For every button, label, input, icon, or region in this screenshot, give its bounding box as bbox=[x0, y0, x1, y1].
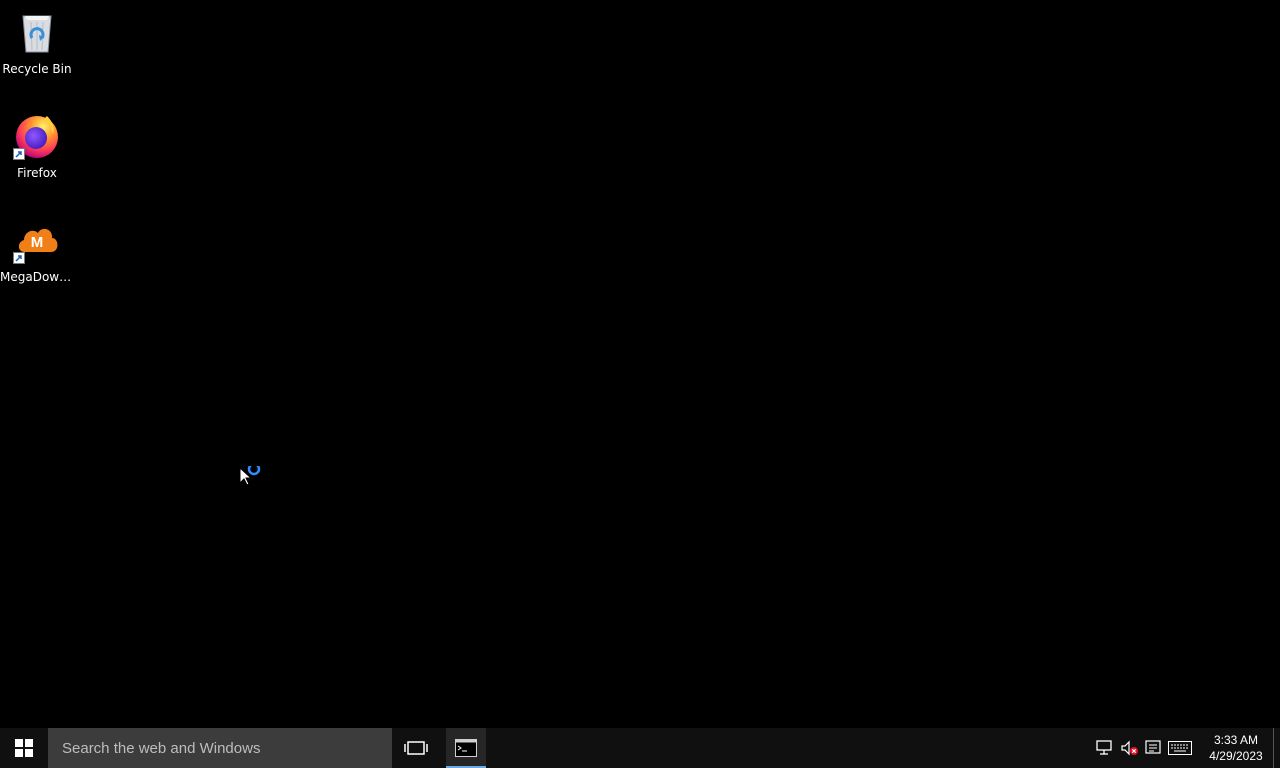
taskbar: 3:33 AM 4/29/2023 bbox=[0, 728, 1280, 768]
start-button[interactable] bbox=[0, 728, 48, 768]
megadownloader-icon: M bbox=[13, 216, 61, 264]
volume-muted-icon[interactable] bbox=[1117, 728, 1141, 768]
recycle-bin-label: Recycle Bin bbox=[2, 62, 72, 76]
task-view-icon bbox=[404, 741, 428, 755]
megadownloader-label: MegaDown... bbox=[0, 270, 74, 284]
clock-date: 4/29/2023 bbox=[1209, 749, 1263, 763]
network-icon[interactable] bbox=[1093, 728, 1117, 768]
keyboard-icon[interactable] bbox=[1165, 728, 1195, 768]
recycle-bin-icon bbox=[13, 8, 61, 56]
desktop-icon-megadownloader[interactable]: M MegaDown... bbox=[0, 216, 74, 284]
desktop-icon-firefox[interactable]: Firefox bbox=[0, 112, 74, 180]
action-center-icon[interactable] bbox=[1141, 728, 1165, 768]
clock-time: 3:33 AM bbox=[1213, 733, 1259, 747]
svg-text:M: M bbox=[31, 234, 44, 251]
search-input[interactable] bbox=[60, 738, 384, 758]
show-desktop-button[interactable] bbox=[1273, 728, 1280, 768]
desktop-icon-recycle-bin[interactable]: Recycle Bin bbox=[0, 8, 74, 76]
search-box[interactable] bbox=[48, 728, 392, 768]
firefox-label: Firefox bbox=[17, 166, 57, 180]
system-tray: 3:33 AM 4/29/2023 bbox=[1093, 728, 1280, 768]
windows-logo-icon bbox=[15, 739, 33, 757]
busy-cursor-icon bbox=[238, 462, 264, 490]
taskbar-clock[interactable]: 3:33 AM 4/29/2023 bbox=[1203, 728, 1269, 768]
taskbar-app-command-prompt[interactable] bbox=[446, 728, 486, 768]
desktop[interactable]: Recycle Bin Firefox M MegaDown... bbox=[0, 0, 1280, 728]
firefox-icon bbox=[13, 112, 61, 160]
task-view-button[interactable] bbox=[394, 728, 438, 768]
shortcut-arrow-icon bbox=[13, 148, 25, 160]
shortcut-arrow-icon bbox=[13, 252, 25, 264]
command-prompt-icon bbox=[455, 739, 477, 757]
